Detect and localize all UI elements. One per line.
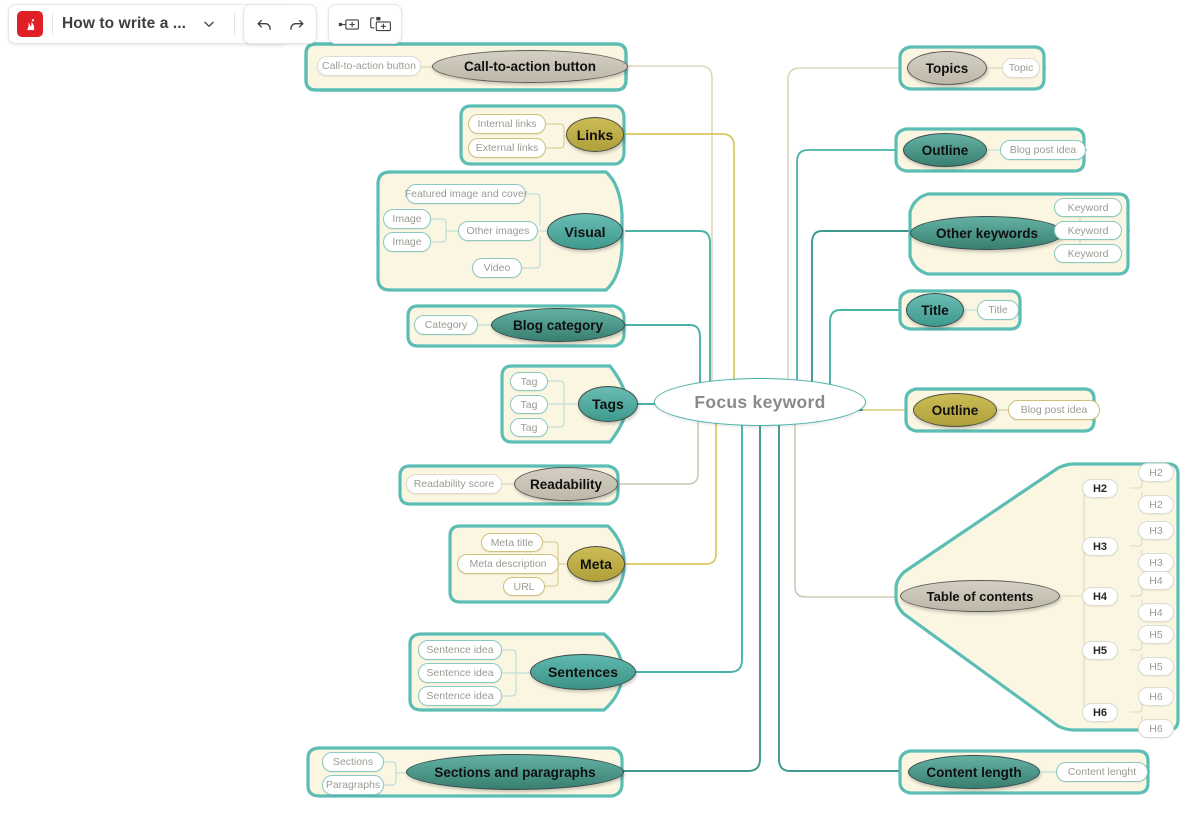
branch-node-outline-2[interactable]: Outline [913,393,997,427]
list-item[interactable]: Tag [510,418,548,437]
branch-content: Readability score Readability [398,462,620,506]
toolbar: How to write a ... [0,0,1200,48]
branch-node-blog-category[interactable]: Blog category [491,308,625,342]
branch-content: Topics Topic [898,44,1046,92]
list-item[interactable]: External links [468,138,546,158]
list-item[interactable]: Keyword [1054,198,1122,217]
list-item[interactable]: H6 [1138,719,1174,738]
branch-node-topics[interactable]: Topics [907,51,987,85]
branch-outline-1[interactable]: Outline Blog post idea [894,126,1086,174]
list-item[interactable]: Sentence idea [418,663,502,683]
list-item[interactable]: H2 [1138,463,1174,482]
list-item[interactable]: Title [977,300,1019,320]
branch-content: Category Blog category [406,302,626,348]
chevron-down-icon[interactable] [193,8,225,40]
list-item[interactable]: Call-to-action button [317,56,421,76]
branch-sections-paragraphs[interactable]: Sections Paragraphs Sections and paragra… [306,744,626,800]
list-item[interactable]: Blog post idea [1008,400,1100,420]
list-item[interactable]: Tag [510,395,548,414]
add-sibling-node-icon[interactable] [333,8,365,40]
branch-node-sentences[interactable]: Sentences [530,654,636,690]
redo-arrow-icon[interactable] [280,8,312,40]
list-item[interactable]: H4 [1138,571,1174,590]
list-item[interactable]: Topic [1002,58,1040,78]
list-item[interactable]: H2 [1138,495,1174,514]
branch-content: Title Title [898,288,1022,332]
node-toolbar-group [328,4,402,44]
add-child-node-icon[interactable] [365,8,397,40]
branch-sentences[interactable]: Sentence idea Sentence idea Sentence ide… [408,632,636,712]
branch-content: Outline Blog post idea [894,126,1086,174]
list-item[interactable]: H4 [1138,603,1174,622]
toolbar-divider-1 [52,13,53,35]
list-item[interactable]: Blog post idea [1000,140,1086,160]
list-item[interactable]: H5 [1138,657,1174,676]
branch-tags[interactable]: Tag Tag Tag Tags [500,364,638,444]
mindmap-app: How to write a ... Call-to-action button… [0,0,1200,814]
branch-readability[interactable]: Readability score Readability [398,462,620,506]
branch-node-meta[interactable]: Meta [567,546,625,582]
list-item[interactable]: Internal links [468,114,546,134]
branch-node-content-length[interactable]: Content length [908,755,1040,789]
branch-content: Internal links External links Links [459,104,626,166]
branch-node-outline-1[interactable]: Outline [903,133,987,167]
list-item[interactable]: H2 [1082,479,1118,498]
branch-content: Tag Tag Tag Tags [500,364,638,444]
branch-node-sections[interactable]: Sections and paragraphs [406,754,624,790]
list-item[interactable]: H5 [1082,641,1118,660]
branch-node-readability[interactable]: Readability [514,467,618,501]
list-item[interactable]: Tag [510,372,548,391]
list-item[interactable]: H3 [1082,537,1118,556]
branch-links[interactable]: Internal links External links Links [459,104,626,166]
list-item[interactable]: Keyword [1054,221,1122,240]
branch-node-tags[interactable]: Tags [578,386,638,422]
mindmap-logo-icon[interactable] [17,11,43,37]
branch-title[interactable]: Title Title [898,288,1022,332]
branch-cta[interactable]: Call-to-action button Call-to-action but… [304,42,628,92]
list-item[interactable]: Sections [322,752,384,772]
branch-topics[interactable]: Topics Topic [898,44,1046,92]
branch-blog-category[interactable]: Category Blog category [406,302,626,348]
list-item[interactable]: H3 [1138,553,1174,572]
list-item[interactable]: H5 [1138,625,1174,644]
branch-content: Sections Paragraphs Sections and paragra… [306,744,626,800]
branch-node-other-keywords[interactable]: Other keywords [910,216,1064,250]
history-toolbar-group [243,4,317,44]
branch-content: Other keywords Keyword Keyword Keyword [894,192,1130,276]
branch-content: Outline Blog post idea [904,386,1100,434]
branch-content: Featured image and cover Image Image Oth… [376,170,626,292]
branch-visual[interactable]: Featured image and cover Image Image Oth… [376,170,626,292]
list-item[interactable]: H3 [1138,521,1174,540]
list-item[interactable]: Sentence idea [418,686,502,706]
branch-node-visual[interactable]: Visual [547,213,623,250]
undo-arrow-icon[interactable] [248,8,280,40]
branch-content: Content length Content lenght [898,748,1150,796]
list-item[interactable]: Category [414,315,478,335]
branch-table-of-contents[interactable]: Table of contents H2 H3 H4 H5 H6 H2 H2 H… [890,462,1182,738]
list-item[interactable]: H6 [1082,703,1118,722]
list-item[interactable]: Readability score [406,474,502,494]
list-item[interactable]: H4 [1082,587,1118,606]
list-item[interactable]: Keyword [1054,244,1122,263]
branch-content: Sentence idea Sentence idea Sentence ide… [408,632,636,712]
branch-node-links[interactable]: Links [566,117,624,152]
branch-content-length[interactable]: Content length Content lenght [898,748,1150,796]
list-item[interactable]: Paragraphs [322,775,384,795]
list-item[interactable]: Content lenght [1056,762,1148,782]
branch-content: Table of contents H2 H3 H4 H5 H6 H2 H2 H… [890,462,1182,738]
center-node-focus-keyword[interactable]: Focus keyword [654,378,866,426]
document-title[interactable]: How to write a ... [62,15,186,33]
list-item[interactable]: H6 [1138,687,1174,706]
branch-content: Meta title Meta description URL Meta [448,524,628,604]
branch-meta[interactable]: Meta title Meta description URL Meta [448,524,628,604]
branch-outline-2[interactable]: Outline Blog post idea [904,386,1100,434]
mindmap-canvas[interactable]: Call-to-action button Call-to-action but… [0,0,1200,814]
list-item[interactable]: Sentence idea [418,640,502,660]
branch-content: Call-to-action button Call-to-action but… [304,42,628,92]
branch-node-title[interactable]: Title [906,293,964,327]
branch-node-cta[interactable]: Call-to-action button [432,50,628,83]
toolbar-divider-2 [234,13,236,35]
branch-other-keywords[interactable]: Other keywords Keyword Keyword Keyword [894,192,1130,276]
